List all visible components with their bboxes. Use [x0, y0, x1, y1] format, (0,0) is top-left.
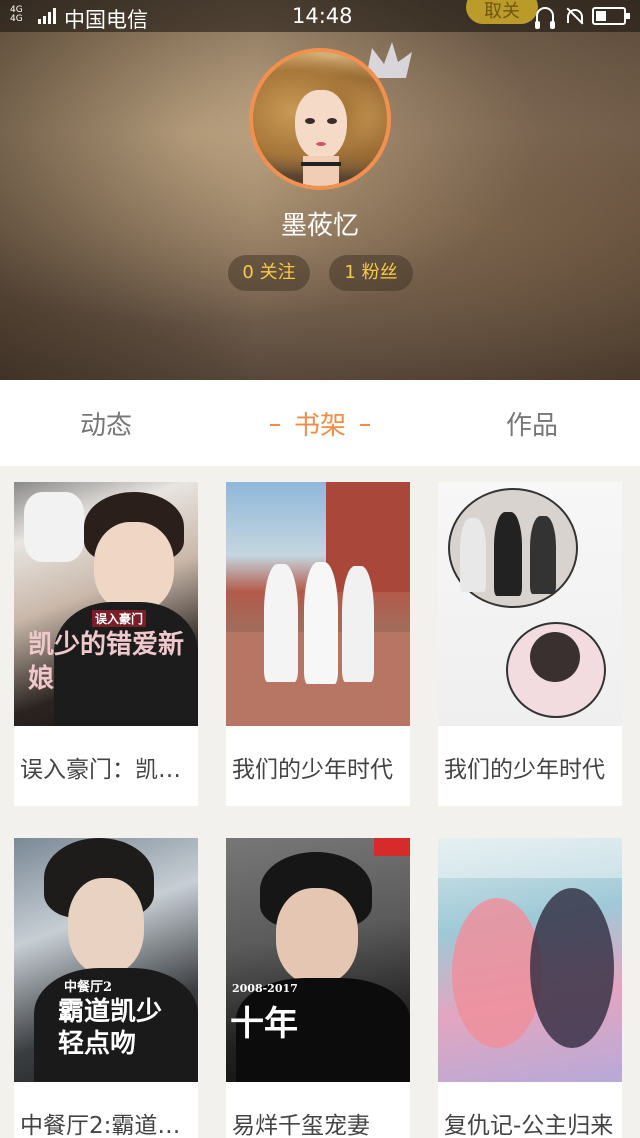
tab-bar: 动态 书架 作品 — [0, 380, 640, 466]
cover-badge: 误入豪门 — [92, 610, 147, 627]
book-title: 我们的少年时代 — [232, 757, 393, 783]
book-title: 复仇记-公主归来 — [444, 1113, 614, 1138]
tab-bookshelf[interactable]: 书架 — [254, 380, 386, 466]
fans-count-button[interactable]: 1 粉丝 — [329, 255, 413, 291]
book-card[interactable]: 误入豪门 凯少的错爱新娘 误入豪门：凯少的错爱新娘 — [14, 482, 198, 806]
status-bar: 4G 4G 中国电信 14:48 取关 — [0, 0, 640, 32]
book-title: 中餐厅2:霸道凯少轻点吻 — [20, 1113, 196, 1138]
cover-badge: 2008-2017 — [232, 982, 298, 995]
book-card[interactable]: 我们的少年时代 — [226, 482, 410, 806]
battery-icon — [592, 7, 630, 25]
book-card[interactable]: 2008-2017 十年 易烊千玺宠妻 — [226, 838, 410, 1138]
clock: 14:48 — [292, 4, 353, 28]
cover-title: 霸道凯少轻点吻 — [58, 997, 163, 1059]
book-cover: 2008-2017 十年 — [226, 838, 410, 1082]
book-cover — [438, 482, 622, 726]
cover-title: 十年 — [230, 1004, 298, 1044]
network-indicator: 4G 4G — [10, 5, 23, 24]
carrier-name: 中国电信 — [64, 8, 148, 32]
book-card[interactable]: 我们的少年时代 — [438, 482, 622, 806]
unfollow-button[interactable]: 取关 — [466, 0, 538, 24]
book-cover: 误入豪门 凯少的错爱新娘 — [14, 482, 198, 726]
username: 墨莜忆 — [280, 211, 359, 241]
mute-bell-icon — [564, 7, 583, 25]
book-cover — [226, 482, 410, 726]
avatar[interactable] — [249, 48, 391, 190]
book-title: 易烊千玺宠妻 — [232, 1113, 370, 1138]
book-title: 我们的少年时代 — [444, 757, 605, 783]
book-card[interactable]: 复仇记-公主归来 — [438, 838, 622, 1138]
book-cover: 中餐厅2 霸道凯少轻点吻 — [14, 838, 198, 1082]
status-icons — [535, 6, 630, 29]
signal-bars-icon — [38, 8, 60, 24]
book-title: 误入豪门：凯少的错爱新娘 — [20, 757, 196, 783]
tab-activity[interactable]: 动态 — [40, 380, 172, 466]
cover-title: 凯少的错爱新娘 — [28, 630, 185, 694]
headset-icon — [535, 7, 555, 29]
avatar-face — [295, 90, 347, 160]
following-count-button[interactable]: 0 关注 — [228, 255, 310, 291]
book-cover — [438, 838, 622, 1082]
tab-works[interactable]: 作品 — [466, 380, 598, 466]
book-card[interactable]: 中餐厅2 霸道凯少轻点吻 中餐厅2:霸道凯少轻点吻 — [14, 838, 198, 1138]
cover-badge: 中餐厅2 — [64, 980, 113, 995]
